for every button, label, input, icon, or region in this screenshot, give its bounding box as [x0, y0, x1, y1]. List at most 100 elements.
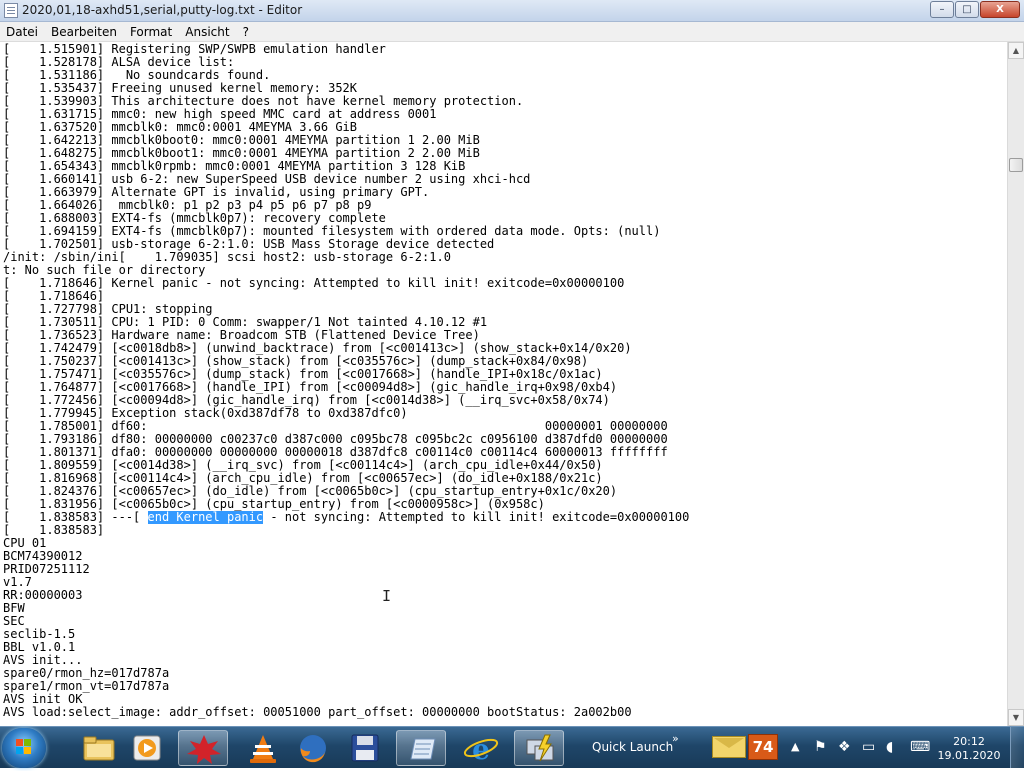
text-line[interactable]: [ 1.838583]: [3, 524, 1007, 537]
text-line[interactable]: [ 1.793186] df80: 00000000 c00237c0 d387…: [3, 433, 1007, 446]
mail-icon[interactable]: [712, 736, 746, 758]
text-line[interactable]: [ 1.654343] mmcblk0rpmb: mmc0:0001 4MEYM…: [3, 160, 1007, 173]
text-line[interactable]: [ 1.809559] [<c0014d38>] (__irq_svc) fro…: [3, 459, 1007, 472]
text-line[interactable]: AVS load:select_image: addr_offset: 0005…: [3, 706, 1007, 719]
save-taskbar-button[interactable]: [340, 730, 390, 766]
editor-taskbar-button[interactable]: [396, 730, 446, 766]
text-line[interactable]: /init: /sbin/ini[ 1.709035] scsi host2: …: [3, 251, 1007, 264]
text-line[interactable]: [ 1.660141] usb 6-2: new SuperSpeed USB …: [3, 173, 1007, 186]
text-line[interactable]: [ 1.718646]: [3, 290, 1007, 303]
media-player-icon: [133, 735, 161, 761]
text-line[interactable]: [ 1.779945] Exception stack(0xd387df78 t…: [3, 407, 1007, 420]
text-line[interactable]: seclib-1.5: [3, 628, 1007, 641]
text-line[interactable]: CPU 01: [3, 537, 1007, 550]
text-line[interactable]: [ 1.831956] [<c0065b0c>] (cpu_startup_en…: [3, 498, 1007, 511]
text-line[interactable]: [ 1.824376] [<c00657ec>] (do_idle) from …: [3, 485, 1007, 498]
taskbar: e Quick Launch » 74 ▲ ⚑ ❖ ▭ ◖ ⌨ 20:12 19…: [0, 726, 1024, 768]
text-line-prefix: [ 1.838583] ---[: [3, 511, 148, 524]
app-taskbar-button[interactable]: [178, 730, 228, 766]
menu-format[interactable]: Format: [124, 22, 179, 41]
text-editor-area[interactable]: [ 1.515901] Registering SWP/SWPB emulati…: [0, 42, 1007, 726]
svg-text:e: e: [472, 733, 490, 766]
volume-icon[interactable]: ◖: [886, 738, 893, 756]
title-bar[interactable]: 2020,01,18-axhd51,serial,putty-log.txt -…: [0, 0, 1024, 22]
notification-badge[interactable]: 74: [748, 734, 778, 760]
text-line[interactable]: v1.7: [3, 576, 1007, 589]
text-line[interactable]: [ 1.764877] [<c0017668>] (handle_IPI) fr…: [3, 381, 1007, 394]
vlc-taskbar-button[interactable]: [238, 730, 288, 766]
text-line[interactable]: [ 1.688003] EXT4-fs (mmcblk0p7): recover…: [3, 212, 1007, 225]
text-line[interactable]: [ 1.631715] mmc0: new high speed MMC car…: [3, 108, 1007, 121]
start-button[interactable]: [2, 728, 46, 768]
minimize-button[interactable]: –: [930, 1, 954, 18]
network-icon[interactable]: ▭: [862, 738, 875, 756]
menu-datei[interactable]: Datei: [0, 22, 45, 41]
text-line[interactable]: [ 1.515901] Registering SWP/SWPB emulati…: [3, 43, 1007, 56]
text-line[interactable]: [ 1.727798] CPU1: stopping: [3, 303, 1007, 316]
selected-text[interactable]: end Kernel panic: [147, 511, 264, 524]
text-line[interactable]: AVS init...: [3, 654, 1007, 667]
vertical-scrollbar[interactable]: ▲ ▼: [1007, 42, 1024, 726]
text-line[interactable]: BFW: [3, 602, 1007, 615]
text-content[interactable]: [ 1.515901] Registering SWP/SWPB emulati…: [0, 42, 1007, 719]
dropbox-icon[interactable]: ❖: [838, 738, 851, 756]
text-line[interactable]: [ 1.663979] Alternate GPT is invalid, us…: [3, 186, 1007, 199]
text-line[interactable]: [ 1.539903] This architecture does not h…: [3, 95, 1007, 108]
text-line[interactable]: RR:00000003: [3, 589, 1007, 602]
text-line[interactable]: [ 1.637520] mmcblk0: mmc0:0001 4MEYMA 3.…: [3, 121, 1007, 134]
text-line[interactable]: [ 1.785001] df60: 00000001 00000000: [3, 420, 1007, 433]
text-line[interactable]: [ 1.702501] usb-storage 6-2:1.0: USB Mas…: [3, 238, 1007, 251]
text-line[interactable]: [ 1.642213] mmcblk0boot0: mmc0:0001 4MEY…: [3, 134, 1007, 147]
scroll-up-arrow-icon[interactable]: ▲: [1008, 42, 1024, 59]
text-line[interactable]: BCM74390012: [3, 550, 1007, 563]
text-line[interactable]: [ 1.757471] [<c035576c>] (dump_stack) fr…: [3, 368, 1007, 381]
text-line[interactable]: [ 1.816968] [<c00114c4>] (arch_cpu_idle)…: [3, 472, 1007, 485]
scroll-down-arrow-icon[interactable]: ▼: [1008, 709, 1024, 726]
text-line[interactable]: [ 1.648275] mmcblk0boot1: mmc0:0001 4MEY…: [3, 147, 1007, 160]
text-line[interactable]: [ 1.535437] Freeing unused kernel memory…: [3, 82, 1007, 95]
text-line[interactable]: [ 1.750237] [<c001413c>] (show_stack) fr…: [3, 355, 1007, 368]
windows-logo-icon: [16, 739, 32, 755]
system-clock[interactable]: 20:12 19.01.2020: [936, 735, 1002, 763]
tray-expand-icon[interactable]: ▲: [791, 740, 799, 753]
text-line[interactable]: [ 1.664026] mmcblk0: p1 p2 p3 p4 p5 p6 p…: [3, 199, 1007, 212]
text-line[interactable]: [ 1.531186] No soundcards found.: [3, 69, 1007, 82]
text-line[interactable]: [ 1.694159] EXT4-fs (mmcblk0p7): mounted…: [3, 225, 1007, 238]
clock-time: 20:12: [953, 735, 985, 748]
text-line[interactable]: PRID07251112: [3, 563, 1007, 576]
text-line[interactable]: [ 1.838583] ---[ end Kernel panic - not …: [3, 511, 1007, 524]
text-line[interactable]: [ 1.772456] [<c00094d8>] (gic_handle_irq…: [3, 394, 1007, 407]
menu-bearbeiten[interactable]: Bearbeiten: [45, 22, 124, 41]
quick-launch-label[interactable]: Quick Launch: [592, 740, 673, 754]
notepad-icon[interactable]: [4, 3, 18, 18]
text-line[interactable]: AVS init OK: [3, 693, 1007, 706]
text-line[interactable]: [ 1.801371] dfa0: 00000000 00000000 0000…: [3, 446, 1007, 459]
ie-taskbar-button[interactable]: e: [456, 730, 506, 766]
text-line[interactable]: [ 1.718646] Kernel panic - not syncing: …: [3, 277, 1007, 290]
window-controls: – □ X: [929, 1, 1020, 18]
text-line[interactable]: [ 1.742479] [<c0018db8>] (unwind_backtra…: [3, 342, 1007, 355]
text-line[interactable]: spare1/rmon_vt=017d787a: [3, 680, 1007, 693]
firefox-icon: [300, 735, 326, 763]
keyboard-icon[interactable]: ⌨: [910, 738, 930, 756]
explorer-taskbar-button[interactable]: [74, 730, 124, 766]
putty-taskbar-button[interactable]: [514, 730, 564, 766]
flag-icon[interactable]: ⚑: [814, 738, 827, 756]
firefox-taskbar-button[interactable]: [288, 730, 338, 766]
text-line[interactable]: BBL v1.0.1: [3, 641, 1007, 654]
menu-help[interactable]: ?: [237, 22, 256, 41]
maximize-button[interactable]: □: [955, 1, 979, 18]
text-line[interactable]: [ 1.736523] Hardware name: Broadcom STB …: [3, 329, 1007, 342]
text-line[interactable]: [ 1.528178] ALSA device list:: [3, 56, 1007, 69]
text-line[interactable]: spare0/rmon_hz=017d787a: [3, 667, 1007, 680]
menu-ansicht[interactable]: Ansicht: [179, 22, 236, 41]
scrollbar-thumb[interactable]: [1009, 158, 1023, 172]
media-player-taskbar-button[interactable]: [122, 730, 172, 766]
text-line[interactable]: t: No such file or directory: [3, 264, 1007, 277]
close-button[interactable]: X: [980, 1, 1020, 18]
clock-date: 19.01.2020: [937, 749, 1001, 762]
text-line[interactable]: [ 1.730511] CPU: 1 PID: 0 Comm: swapper/…: [3, 316, 1007, 329]
text-line[interactable]: SEC: [3, 615, 1007, 628]
chevron-right-icon[interactable]: »: [672, 732, 679, 745]
show-desktop-button[interactable]: [1010, 727, 1024, 768]
